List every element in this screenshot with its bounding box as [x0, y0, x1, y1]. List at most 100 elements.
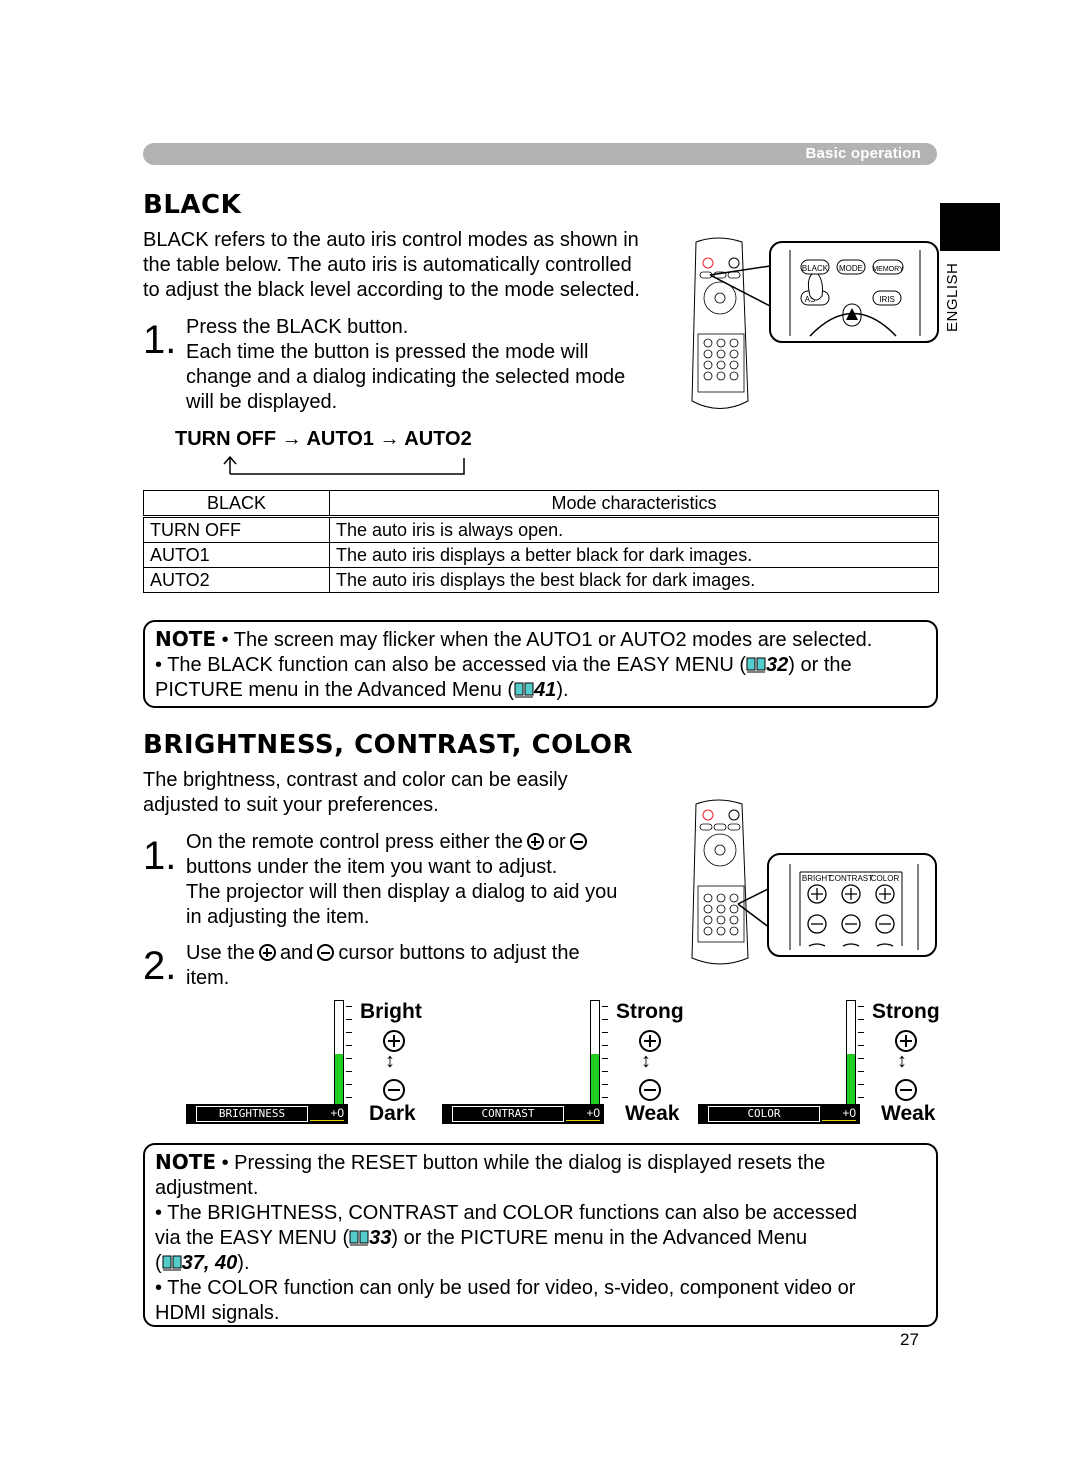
tick-mark: [346, 1006, 352, 1007]
note-text: HDMI signals.: [155, 1302, 280, 1324]
bcc-title: BRIGHTNESS, CONTRAST, COLOR: [143, 730, 634, 760]
tick-mark: [602, 1058, 608, 1059]
note-text: adjustment.: [155, 1177, 259, 1199]
note-label: NOTE: [155, 627, 217, 651]
plus-button-icon: [258, 944, 276, 961]
note-text: PICTURE menu in the Advanced Menu (: [155, 679, 515, 701]
table-header-cell: BLACK: [143, 490, 330, 518]
osd-value: +0: [330, 1106, 344, 1120]
table-cell: TURN OFF: [143, 516, 330, 543]
step-line: buttons under the item you want to adjus…: [186, 856, 558, 878]
page-reference-link[interactable]: 37, 40: [182, 1252, 238, 1274]
tick-mark: [858, 1084, 864, 1085]
memory-button-label: MEMORY: [872, 266, 904, 273]
table-header-row: BLACK Mode characteristics: [143, 490, 939, 518]
page-number: 27: [900, 1330, 919, 1349]
callout-box: BRIGHT CONTRAST COLOR: [767, 853, 937, 957]
tick-mark: [858, 1071, 864, 1072]
osd-label-box: CONTRAST +0: [442, 1104, 604, 1124]
table-row: AUTO1 The auto iris displays a better bl…: [143, 542, 939, 568]
gauge-bottom-label: Dark: [369, 1102, 416, 1125]
tick-mark: [602, 1006, 608, 1007]
step-line: item.: [186, 967, 230, 989]
tick-mark: [858, 1097, 864, 1098]
step-line: Each time the button is pressed the mode…: [186, 341, 589, 363]
table-header-cell: Mode characteristics: [329, 490, 939, 518]
table-row: TURN OFF The auto iris is always open.: [143, 516, 939, 543]
tick-mark: [346, 1045, 352, 1046]
note-text: ).: [237, 1252, 250, 1274]
tick-mark: [602, 1032, 608, 1033]
bright-label: BRIGHT: [802, 874, 832, 883]
arrow-right-icon: →: [379, 428, 400, 450]
tick-mark: [346, 1019, 352, 1020]
minus-button-icon: [317, 944, 335, 961]
page-reference-link[interactable]: 33: [369, 1227, 391, 1249]
tick-mark: [346, 1058, 352, 1059]
contrast-label: CONTRAST: [829, 874, 873, 883]
callout-box: BLACK MODE MEMORY AS IRIS: [769, 241, 939, 343]
intro-line: The brightness, contrast and color can b…: [143, 769, 568, 791]
tick-mark: [602, 1084, 608, 1085]
bcc-note-box: NOTE • Pressing the RESET button while t…: [143, 1143, 938, 1327]
osd-value: +0: [842, 1106, 856, 1120]
osd-label-box: COLOR +0: [698, 1104, 860, 1124]
step-text: cursor buttons to adjust the: [338, 942, 580, 964]
intro-line: the table below. The auto iris is automa…: [143, 254, 632, 276]
osd-underline: [566, 1120, 600, 1121]
step-number: 2.: [143, 944, 177, 988]
tick-mark: [346, 1032, 352, 1033]
level-fill: [335, 1053, 343, 1106]
gauge-top-label: Bright: [360, 1000, 422, 1023]
gauge-top-label: Strong: [872, 1000, 940, 1023]
step-text: and: [279, 942, 314, 964]
tick-mark: [858, 1006, 864, 1007]
black-title: BLACK: [143, 190, 242, 220]
tick-mark: [602, 1097, 608, 1098]
tick-mark: [858, 1058, 864, 1059]
tick-mark: [858, 1032, 864, 1033]
remote-illustration-bcc: BRIGHT CONTRAST COLOR: [691, 799, 937, 965]
bcc-step1-text: On the remote control press either the or…: [186, 830, 617, 930]
step-number: 1.: [143, 318, 177, 362]
tick-marks: [858, 1000, 864, 1105]
page-reference-link[interactable]: 32: [766, 654, 788, 676]
tick-marks: [346, 1000, 352, 1105]
tick-mark: [858, 1019, 864, 1020]
table-cell: The auto iris is always open.: [329, 516, 939, 543]
mode-cycle: TURN OFF → AUTO1 → AUTO2: [175, 428, 472, 451]
level-bar: [846, 1000, 856, 1107]
language-tab: [940, 203, 1000, 251]
tick-mark: [346, 1097, 352, 1098]
plus-button-icon: [526, 833, 544, 850]
tick-mark: [346, 1084, 352, 1085]
tick-mark: [602, 1071, 608, 1072]
note-text: via the EASY MENU (: [155, 1227, 350, 1249]
contrast-gauge: CONTRAST +0 Strong ↕ Weak: [442, 990, 702, 1130]
note-text: ) or the: [788, 654, 852, 676]
cycle-item: TURN OFF: [175, 428, 277, 450]
osd-label: BRIGHTNESS: [196, 1106, 308, 1122]
note-text: (: [155, 1252, 162, 1274]
book-reference-icon: [514, 682, 534, 698]
intro-line: to adjust the black level according to t…: [143, 279, 640, 301]
intro-line: adjusted to suit your preferences.: [143, 794, 439, 816]
bcc-intro: The brightness, contrast and color can b…: [143, 768, 568, 818]
osd-label: CONTRAST: [452, 1106, 564, 1122]
note-text: • The COLOR function can only be used fo…: [155, 1277, 856, 1299]
step-text: On the remote control press either the: [186, 831, 523, 853]
table-row: AUTO2 The auto iris displays the best bl…: [143, 567, 939, 593]
gauge-bottom-label: Weak: [881, 1102, 936, 1125]
page-reference-link[interactable]: 41: [534, 679, 556, 701]
tick-marks: [602, 1000, 608, 1105]
tick-mark: [858, 1045, 864, 1046]
remote-body: [691, 237, 749, 409]
cycle-return-arrow-icon: [223, 455, 465, 475]
step-line: Press the BLACK button.: [186, 316, 409, 338]
up-down-arrow-icon: ↕: [385, 1050, 395, 1072]
step-line: in adjusting the item.: [186, 906, 370, 928]
section-label: Basic operation: [805, 145, 921, 162]
mode-button-label: MODE: [839, 264, 863, 273]
note-text: • The screen may flicker when the AUTO1 …: [221, 629, 873, 651]
step-line: The projector will then display a dialog…: [186, 881, 618, 903]
